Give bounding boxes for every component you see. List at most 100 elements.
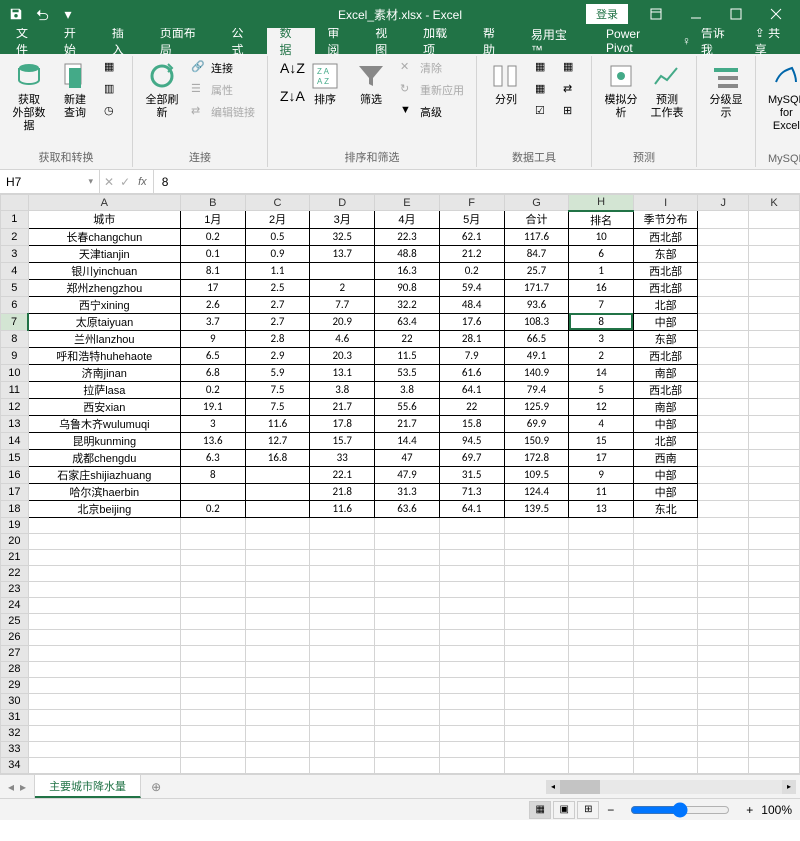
cell[interactable] xyxy=(180,483,245,500)
column-header[interactable]: C xyxy=(245,195,310,211)
cell[interactable] xyxy=(180,629,245,645)
cell[interactable]: 4月 xyxy=(375,211,440,229)
scroll-thumb[interactable] xyxy=(560,780,600,794)
ribbon-display-icon[interactable] xyxy=(636,0,676,28)
cell[interactable] xyxy=(633,517,697,533)
page-break-view-button[interactable]: ⊞ xyxy=(577,801,599,819)
cell[interactable] xyxy=(310,597,375,613)
row-header[interactable]: 12 xyxy=(1,398,29,415)
cell[interactable]: 17.8 xyxy=(310,415,375,432)
cell[interactable] xyxy=(569,661,633,677)
save-icon[interactable] xyxy=(4,2,28,26)
cell[interactable]: 11 xyxy=(569,483,633,500)
cell[interactable]: 17.6 xyxy=(439,313,504,330)
cell[interactable] xyxy=(375,773,440,774)
cell[interactable] xyxy=(375,757,440,773)
sheet-nav-next-icon[interactable]: ▸ xyxy=(20,780,26,794)
cell[interactable] xyxy=(180,757,245,773)
cell[interactable] xyxy=(245,517,310,533)
cell[interactable] xyxy=(633,709,697,725)
cell[interactable]: 25.7 xyxy=(504,262,569,279)
cell[interactable] xyxy=(749,549,800,565)
cell[interactable] xyxy=(749,262,800,279)
row-header[interactable]: 4 xyxy=(1,262,29,279)
cell[interactable] xyxy=(749,364,800,381)
mysql-button[interactable]: MySQLfor Excel xyxy=(764,58,800,136)
column-header[interactable]: B xyxy=(180,195,245,211)
cell[interactable]: 59.4 xyxy=(439,279,504,296)
outline-button[interactable]: 分级显示 xyxy=(705,58,747,122)
cell[interactable]: 61.6 xyxy=(439,364,504,381)
cell[interactable] xyxy=(698,228,749,245)
cell[interactable] xyxy=(504,645,569,661)
sort-asc-button[interactable]: A↓Z xyxy=(276,58,300,78)
cell[interactable] xyxy=(698,415,749,432)
cell[interactable] xyxy=(245,661,310,677)
cell[interactable]: 3.8 xyxy=(310,381,375,398)
cell[interactable] xyxy=(439,597,504,613)
cell[interactable]: 3 xyxy=(569,330,633,347)
cell[interactable] xyxy=(439,693,504,709)
recent-sources-button[interactable]: ◷ xyxy=(100,102,124,122)
row-header[interactable]: 7 xyxy=(1,313,29,330)
zoom-level[interactable]: 100% xyxy=(761,803,792,817)
cell[interactable] xyxy=(569,757,633,773)
column-header[interactable]: K xyxy=(749,195,800,211)
cell[interactable] xyxy=(439,661,504,677)
cell[interactable] xyxy=(180,725,245,741)
column-header[interactable]: I xyxy=(633,195,697,211)
cell[interactable] xyxy=(180,581,245,597)
cell[interactable] xyxy=(749,565,800,581)
cell[interactable] xyxy=(633,533,697,549)
cell[interactable]: 0.2 xyxy=(439,262,504,279)
cell[interactable]: 17 xyxy=(569,449,633,466)
cell[interactable] xyxy=(28,725,180,741)
cell[interactable] xyxy=(749,466,800,483)
cell[interactable]: 0.5 xyxy=(245,228,310,245)
cell[interactable]: 15.7 xyxy=(310,432,375,449)
row-header[interactable]: 15 xyxy=(1,449,29,466)
cell[interactable] xyxy=(28,517,180,533)
cell[interactable]: 呼和浩特huhehaote xyxy=(28,347,180,364)
cell[interactable] xyxy=(245,549,310,565)
cell[interactable] xyxy=(245,466,310,483)
cell[interactable] xyxy=(749,296,800,313)
cell[interactable]: 4 xyxy=(569,415,633,432)
cell[interactable]: 15.8 xyxy=(439,415,504,432)
menu-tab[interactable]: 审阅 xyxy=(315,28,363,54)
qat-dropdown-icon[interactable]: ▾ xyxy=(56,2,80,26)
cell[interactable] xyxy=(245,533,310,549)
cell[interactable]: 北部 xyxy=(633,432,697,449)
cell[interactable]: 7.5 xyxy=(245,381,310,398)
cell[interactable] xyxy=(698,629,749,645)
cell[interactable]: 31.5 xyxy=(439,466,504,483)
cell[interactable] xyxy=(375,517,440,533)
flash-fill-button[interactable]: ▦ xyxy=(531,58,555,78)
sheet-nav-prev-icon[interactable]: ◂ xyxy=(8,780,14,794)
cell[interactable]: 7.5 xyxy=(245,398,310,415)
cell[interactable]: 中部 xyxy=(633,313,697,330)
cell[interactable] xyxy=(698,581,749,597)
cell[interactable] xyxy=(245,629,310,645)
tell-me-icon[interactable]: ♀ xyxy=(682,34,691,48)
cell[interactable] xyxy=(245,500,310,517)
cell[interactable]: 84.7 xyxy=(504,245,569,262)
cell[interactable]: 银川yinchuan xyxy=(28,262,180,279)
cell[interactable] xyxy=(749,228,800,245)
row-header[interactable]: 32 xyxy=(1,725,29,741)
cell[interactable]: 西北部 xyxy=(633,381,697,398)
cell[interactable] xyxy=(569,741,633,757)
cell[interactable] xyxy=(749,693,800,709)
cell[interactable] xyxy=(310,741,375,757)
cell[interactable] xyxy=(698,347,749,364)
cell[interactable]: 8 xyxy=(569,313,633,330)
cell[interactable]: 合计 xyxy=(504,211,569,229)
cell[interactable] xyxy=(439,677,504,693)
cell[interactable] xyxy=(310,677,375,693)
show-queries-button[interactable]: ▦ xyxy=(100,58,124,78)
row-header[interactable]: 27 xyxy=(1,645,29,661)
row-header[interactable]: 6 xyxy=(1,296,29,313)
cell[interactable]: 53.5 xyxy=(375,364,440,381)
cell[interactable] xyxy=(504,741,569,757)
cell[interactable] xyxy=(698,773,749,774)
